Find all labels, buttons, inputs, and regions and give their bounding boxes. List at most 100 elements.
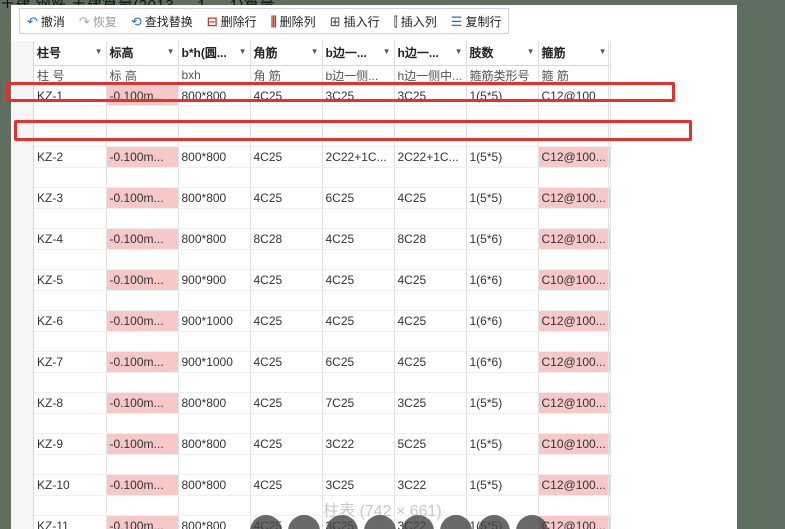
- table-cell[interactable]: [178, 413, 251, 435]
- table-cell[interactable]: [394, 208, 467, 230]
- table-cell[interactable]: KZ-9: [34, 433, 107, 455]
- table-cell[interactable]: [394, 290, 467, 312]
- table-cell[interactable]: 4C25: [250, 392, 323, 414]
- table-cell[interactable]: 800*800: [178, 187, 251, 209]
- table-cell[interactable]: [178, 331, 251, 353]
- table-cell[interactable]: KZ-4: [34, 228, 107, 250]
- table-cell[interactable]: [538, 331, 611, 353]
- table-cell[interactable]: [322, 290, 395, 312]
- table-cell[interactable]: 7C25: [322, 392, 395, 414]
- table-cell[interactable]: [34, 167, 107, 189]
- table-cell[interactable]: [466, 249, 539, 271]
- table-cell[interactable]: [250, 290, 323, 312]
- table-cell[interactable]: [178, 454, 251, 476]
- table-cell[interactable]: 6C25: [322, 351, 395, 373]
- table-cell[interactable]: [250, 413, 323, 435]
- column-header[interactable]: 肢数 ▼: [466, 41, 539, 66]
- table-cell[interactable]: C10@100...: [538, 433, 611, 455]
- table-cell[interactable]: [322, 249, 395, 271]
- table-cell[interactable]: 4C25: [250, 269, 323, 291]
- table-cell[interactable]: 900*1000: [178, 351, 251, 373]
- table-cell[interactable]: KZ-5: [34, 269, 107, 291]
- table-cell[interactable]: C12@100...: [538, 187, 611, 209]
- table-cell[interactable]: C12@100...: [538, 515, 611, 529]
- table-cell[interactable]: 4C25: [322, 310, 395, 332]
- filter-dropdown-icon[interactable]: ▼: [239, 47, 247, 56]
- filter-dropdown-icon[interactable]: ▼: [95, 47, 103, 56]
- table-cell[interactable]: [106, 331, 179, 353]
- table-cell[interactable]: 4C25: [394, 269, 467, 291]
- table-cell[interactable]: [250, 454, 323, 476]
- table-cell[interactable]: [178, 208, 251, 230]
- table-cell[interactable]: [34, 454, 107, 476]
- table-cell[interactable]: [34, 249, 107, 271]
- table-cell[interactable]: 4C25: [250, 474, 323, 496]
- table-cell[interactable]: -0.100m...: [106, 433, 179, 455]
- viewer-control-3[interactable]: [326, 515, 358, 529]
- table-cell[interactable]: [250, 495, 323, 517]
- table-cell[interactable]: 4C25: [250, 433, 323, 455]
- table-cell[interactable]: [538, 495, 611, 517]
- table-cell[interactable]: [106, 454, 179, 476]
- filter-dropdown-icon[interactable]: ▼: [311, 47, 319, 56]
- table-cell[interactable]: -0.100m...: [106, 310, 179, 332]
- filter-dropdown-icon[interactable]: ▼: [167, 47, 175, 56]
- column-header[interactable]: 角筋 ▼: [250, 41, 323, 66]
- table-cell[interactable]: [250, 372, 323, 394]
- table-cell[interactable]: 1(5*5): [466, 187, 539, 209]
- table-cell[interactable]: 1(5*6): [466, 228, 539, 250]
- table-cell[interactable]: [178, 495, 251, 517]
- spreadsheet-grid[interactable]: 柱号 ▼ 标高 ▼ b*h(圆... ▼ 角筋 ▼ b边一... ▼ h边一... ▼ 肢数 ▼ 箍筋 ▼ 柱 …: [11, 41, 737, 529]
- table-cell[interactable]: [322, 372, 395, 394]
- table-cell[interactable]: 800*800: [178, 146, 251, 168]
- table-cell[interactable]: KZ-6: [34, 310, 107, 332]
- table-cell[interactable]: [322, 167, 395, 189]
- table-cell[interactable]: [394, 331, 467, 353]
- table-cell[interactable]: -0.100m...: [106, 187, 179, 209]
- table-cell[interactable]: C12@100...: [538, 310, 611, 332]
- table-cell[interactable]: [466, 290, 539, 312]
- find-replace-button[interactable]: ⟲ 查找替换: [124, 9, 200, 33]
- table-cell[interactable]: 900*900: [178, 269, 251, 291]
- table-cell[interactable]: [466, 413, 539, 435]
- table-cell[interactable]: 1(6*6): [466, 351, 539, 373]
- table-cell[interactable]: [394, 413, 467, 435]
- table-cell[interactable]: -0.100m...: [106, 228, 179, 250]
- table-cell[interactable]: -0.100m...: [106, 269, 179, 291]
- table-cell[interactable]: 800*800: [178, 228, 251, 250]
- table-cell[interactable]: [178, 290, 251, 312]
- table-cell[interactable]: [34, 372, 107, 394]
- table-cell[interactable]: [538, 454, 611, 476]
- table-cell[interactable]: 4C25: [250, 146, 323, 168]
- table-cell[interactable]: [538, 413, 611, 435]
- table-cell[interactable]: 6C25: [322, 187, 395, 209]
- table-cell[interactable]: 1(6*6): [466, 310, 539, 332]
- table-cell[interactable]: [178, 167, 251, 189]
- table-cell[interactable]: [466, 167, 539, 189]
- table-cell[interactable]: 4C25: [322, 269, 395, 291]
- table-cell[interactable]: 2C22+1C...: [394, 146, 467, 168]
- table-cell[interactable]: C12@100...: [538, 392, 611, 414]
- table-cell[interactable]: [34, 208, 107, 230]
- table-cell[interactable]: [394, 249, 467, 271]
- table-cell[interactable]: [106, 372, 179, 394]
- viewer-control-7[interactable]: [478, 515, 510, 529]
- table-cell[interactable]: 1(6*6): [466, 269, 539, 291]
- table-cell[interactable]: [106, 167, 179, 189]
- table-cell[interactable]: C12@100...: [538, 228, 611, 250]
- viewer-control-1[interactable]: [250, 515, 282, 529]
- filter-dropdown-icon[interactable]: ▼: [599, 47, 607, 56]
- table-cell[interactable]: C10@100...: [538, 269, 611, 291]
- table-cell[interactable]: 800*800: [178, 474, 251, 496]
- table-cell[interactable]: [538, 290, 611, 312]
- insert-column-button[interactable]: ⫿ 插入列: [387, 9, 444, 33]
- row-header-column[interactable]: [11, 41, 34, 529]
- table-cell[interactable]: 3C25: [394, 392, 467, 414]
- table-cell[interactable]: [322, 454, 395, 476]
- table-cell[interactable]: 3C22: [394, 474, 467, 496]
- table-cell[interactable]: KZ-10: [34, 474, 107, 496]
- table-cell[interactable]: -0.100m...: [106, 351, 179, 373]
- filter-dropdown-icon[interactable]: ▼: [383, 47, 391, 56]
- redo-button[interactable]: ↷ 恢复: [72, 9, 124, 33]
- table-cell[interactable]: [322, 208, 395, 230]
